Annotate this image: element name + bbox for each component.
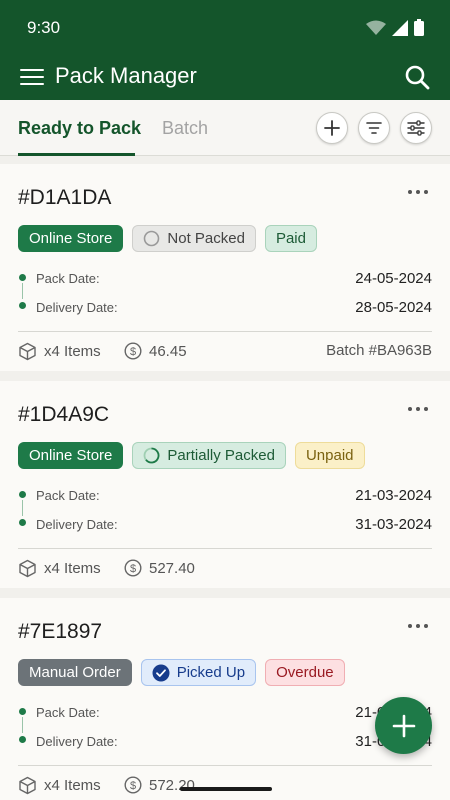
pack-date-label: Pack Date: <box>36 705 100 720</box>
status-icons <box>366 19 424 36</box>
sort-icon <box>366 122 382 134</box>
divider <box>18 765 432 766</box>
sliders-icon <box>407 120 425 136</box>
tab-actions <box>316 112 432 144</box>
delivery-date-dot <box>19 519 26 526</box>
pack-date-label: Pack Date: <box>36 271 100 286</box>
partial-progress-icon <box>143 447 160 464</box>
items-count: x4 Items <box>18 342 101 361</box>
box-icon <box>19 776 36 795</box>
svg-text:$: $ <box>130 780 136 792</box>
order-id: #1D4A9C <box>18 403 110 426</box>
date-timeline: Pack Date: 21-03-2024 Delivery Date: 31-… <box>18 704 432 764</box>
tab-batch[interactable]: Batch <box>162 118 208 139</box>
pack-date-value: 21-03-2024 <box>355 487 432 504</box>
pack-status-badge: Partially Packed <box>132 442 286 469</box>
menu-icon[interactable] <box>20 66 44 88</box>
filter-button[interactable] <box>400 112 432 144</box>
divider <box>18 331 432 332</box>
svg-text:$: $ <box>130 346 136 358</box>
dollar-icon: $ <box>124 342 142 360</box>
order-amount: $ 572.20 <box>124 776 195 794</box>
amount-label: 46.45 <box>149 342 187 360</box>
pack-date-dot <box>19 274 26 281</box>
batch-reference[interactable]: Batch #BA963B <box>326 342 432 359</box>
source-badge: Online Store <box>18 442 124 469</box>
order-card[interactable]: #D1A1DA Online Store Not Packed Paid Pac… <box>0 164 450 371</box>
pack-date-dot <box>19 708 26 715</box>
items-count-label: x4 Items <box>44 777 101 794</box>
source-badge: Manual Order <box>18 659 132 686</box>
order-amount: $ 527.40 <box>124 559 195 577</box>
pack-date-label: Pack Date: <box>36 488 100 503</box>
payment-badge: Overdue <box>265 659 345 686</box>
divider <box>18 548 432 549</box>
box-icon <box>19 559 36 578</box>
status-bar: 9:30 <box>0 0 450 56</box>
more-options-icon[interactable] <box>408 190 428 194</box>
wifi-icon <box>366 20 386 35</box>
order-id: #D1A1DA <box>18 186 112 209</box>
items-count-label: x4 Items <box>44 560 101 577</box>
add-button[interactable] <box>316 112 348 144</box>
battery-icon <box>414 19 424 36</box>
amount-label: 527.40 <box>149 559 195 577</box>
order-id: #7E1897 <box>18 620 103 643</box>
pack-status-label: Picked Up <box>176 664 246 681</box>
pack-status-badge: Picked Up <box>140 659 257 686</box>
date-timeline: Pack Date: 24-05-2024 Delivery Date: 28-… <box>18 270 432 330</box>
items-count: x4 Items <box>18 559 101 578</box>
more-options-icon[interactable] <box>408 407 428 411</box>
check-circle-icon <box>152 664 170 681</box>
dollar-icon: $ <box>124 559 142 577</box>
app-title: Pack Manager <box>55 63 197 88</box>
pack-status-label: Not Packed <box>167 230 245 247</box>
plus-icon <box>324 120 340 136</box>
home-indicator[interactable] <box>180 787 272 791</box>
pack-status-badge: Not Packed <box>132 225 256 252</box>
plus-icon <box>392 714 415 737</box>
order-card[interactable]: #7E1897 Manual Order Picked Up Overdue P… <box>0 598 450 800</box>
pack-date-value: 24-05-2024 <box>355 270 432 287</box>
search-icon[interactable] <box>404 64 430 90</box>
order-chips: Online Store Partially Packed Unpaid <box>18 442 365 469</box>
more-options-icon[interactable] <box>408 624 428 628</box>
delivery-date-value: 28-05-2024 <box>355 299 432 316</box>
payment-badge: Paid <box>264 225 317 252</box>
tab-ready-to-pack[interactable]: Ready to Pack <box>18 118 141 139</box>
date-timeline: Pack Date: 21-03-2024 Delivery Date: 31-… <box>18 487 432 547</box>
timeline-line <box>22 283 23 299</box>
items-count-label: x4 Items <box>44 343 101 360</box>
order-footer: x4 Items $ 527.40 <box>18 559 432 581</box>
delivery-date-label: Delivery Date: <box>36 517 118 532</box>
box-icon <box>19 342 36 361</box>
delivery-date-label: Delivery Date: <box>36 734 118 749</box>
tab-bar: Ready to Pack Batch <box>0 100 450 156</box>
delivery-date-dot <box>19 736 26 743</box>
dollar-icon: $ <box>124 776 142 794</box>
source-badge: Online Store <box>18 225 124 252</box>
order-footer: x4 Items $ 46.45 Batch #BA963B <box>18 342 432 364</box>
pack-date-dot <box>19 491 26 498</box>
empty-circle-icon <box>144 230 160 247</box>
order-chips: Manual Order Picked Up Overdue <box>18 659 345 686</box>
app-bar: Pack Manager <box>0 56 450 100</box>
signal-icon <box>392 19 408 36</box>
order-amount: $ 46.45 <box>124 342 187 360</box>
active-tab-indicator <box>18 153 135 156</box>
add-order-fab[interactable] <box>375 697 432 754</box>
delivery-date-label: Delivery Date: <box>36 300 118 315</box>
pack-status-label: Partially Packed <box>167 447 275 464</box>
status-time: 9:30 <box>27 18 61 37</box>
payment-badge: Unpaid <box>294 442 365 469</box>
order-chips: Online Store Not Packed Paid <box>18 225 317 252</box>
delivery-date-dot <box>19 302 26 309</box>
sort-button[interactable] <box>358 112 390 144</box>
timeline-line <box>22 717 23 733</box>
delivery-date-value: 31-03-2024 <box>355 516 432 533</box>
items-count: x4 Items <box>18 776 101 795</box>
order-card[interactable]: #1D4A9C Online Store Partially Packed Un… <box>0 381 450 588</box>
svg-text:$: $ <box>130 563 136 575</box>
timeline-line <box>22 500 23 516</box>
